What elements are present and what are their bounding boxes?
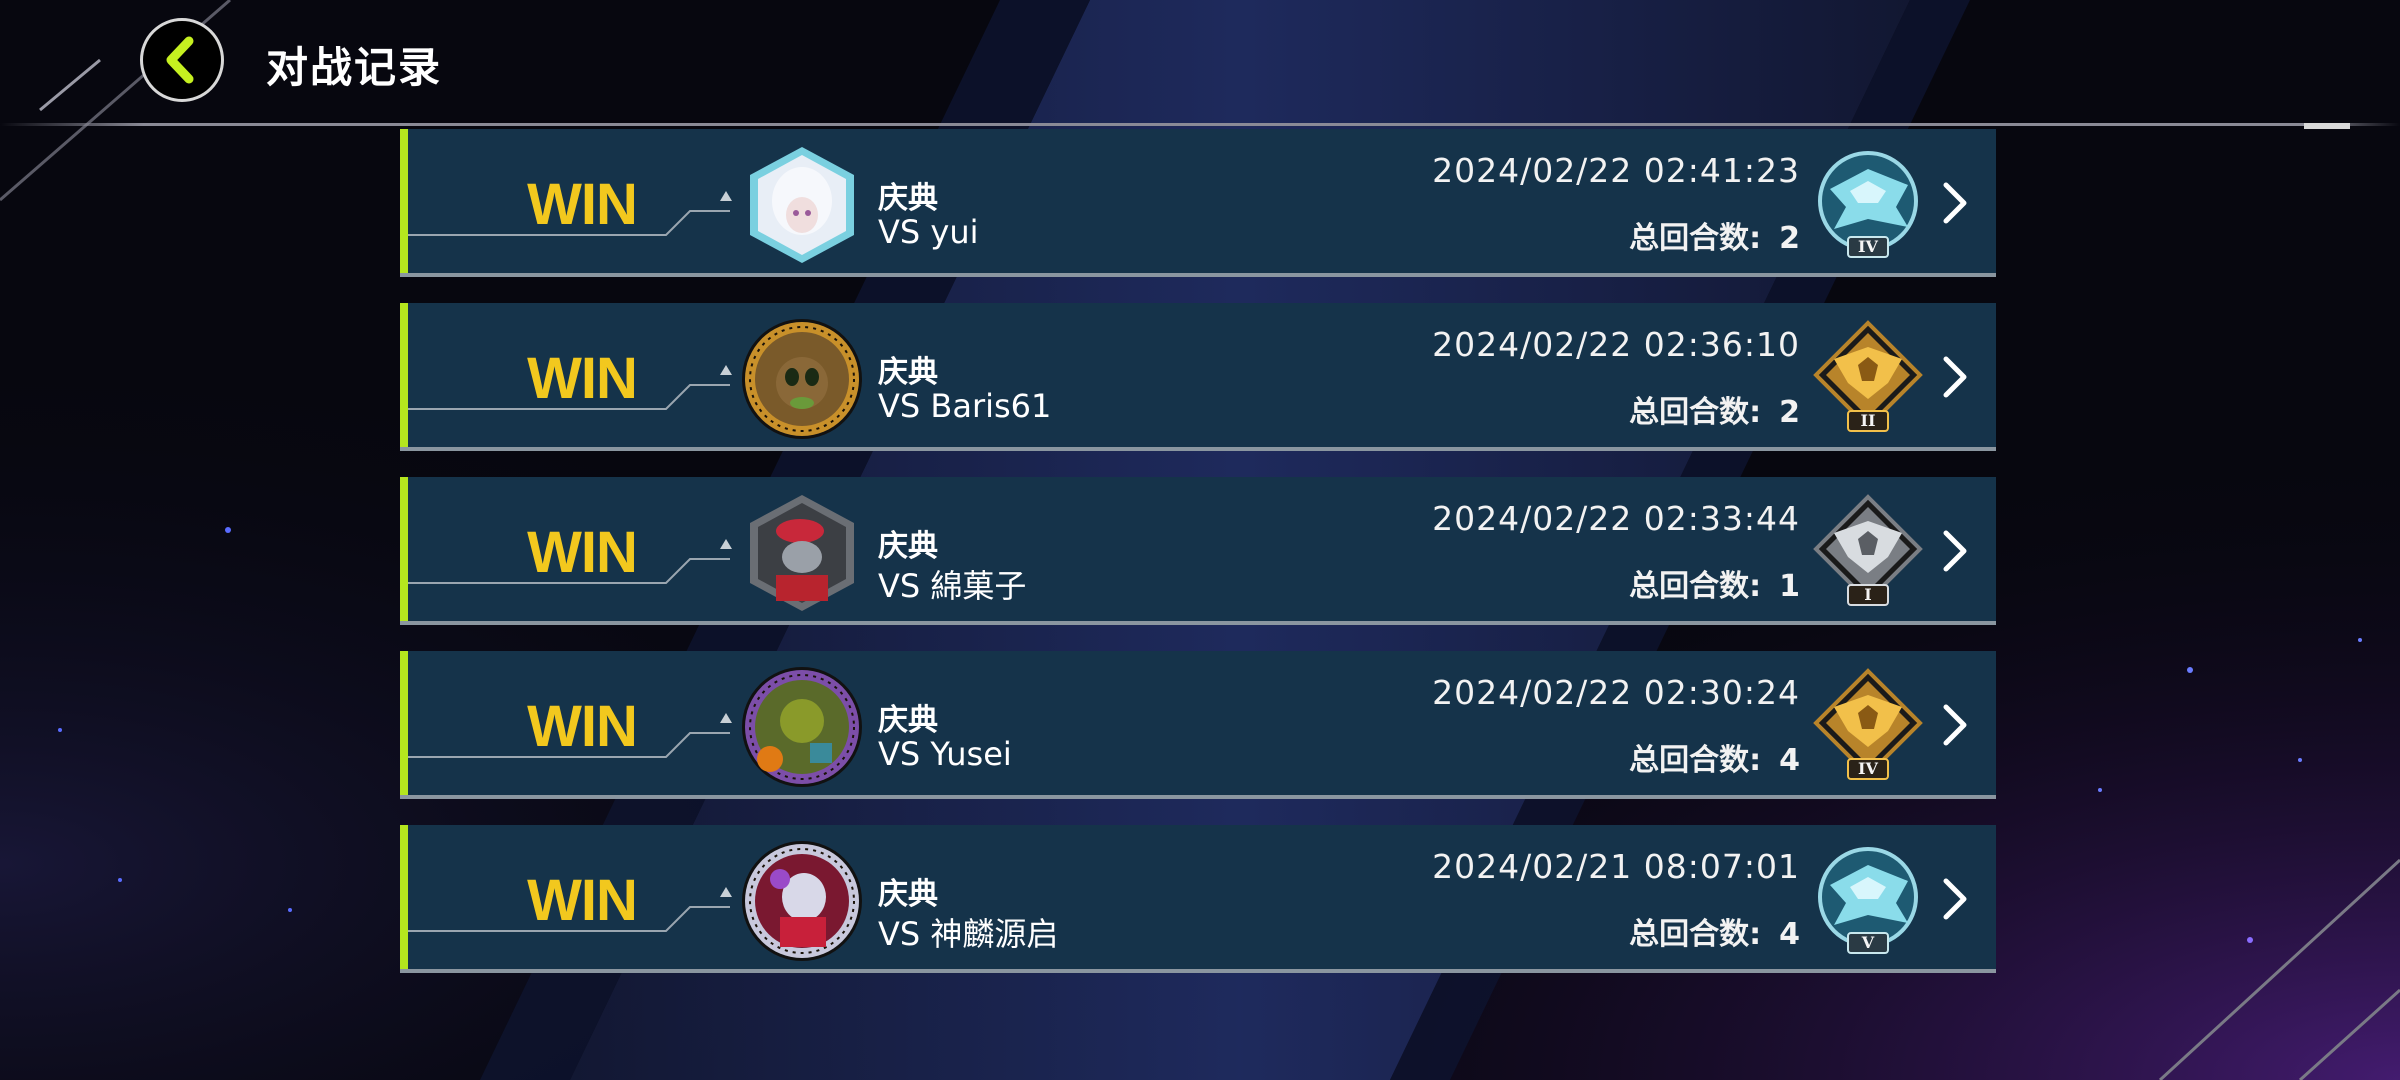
header-bar: 对战记录 [0, 0, 2400, 129]
rank-gold-iv-icon: IV [1812, 667, 1924, 783]
halloween-avatar-icon [740, 665, 864, 789]
turn-count-label: 总回合数: [1629, 221, 1762, 256]
result-label: WIN [527, 694, 638, 759]
match-datetime: 2024/02/22 02:33:44 [1432, 499, 1800, 538]
chevron-right-icon[interactable] [1938, 873, 1974, 925]
turn-count-value: 1 [1779, 569, 1800, 604]
opponent-name: VS 綿菓子 [878, 567, 1027, 605]
rank-numeral: V [1861, 933, 1875, 952]
white-hair-girl-avatar-icon [740, 143, 864, 267]
result-label: WIN [527, 172, 638, 237]
rank-dragon-iv-icon: IV [1812, 145, 1924, 261]
turn-count: 总回合数: 2 [1629, 387, 1800, 431]
opponent-name: VS 神麟源启 [878, 915, 1059, 953]
match-row[interactable]: WIN 庆典 VS 綿菓子 2024/02/22 02:33:44 总回合数: 1 I [400, 477, 1996, 625]
chevron-right-icon[interactable] [1938, 351, 1974, 403]
page-title: 对战记录 [266, 43, 443, 92]
result-label: WIN [527, 868, 638, 933]
turn-count-value: 2 [1779, 221, 1800, 256]
match-datetime: 2024/02/22 02:36:10 [1432, 325, 1800, 364]
row-accent-bar [400, 303, 408, 447]
rank-gold-ii-icon: II [1812, 319, 1924, 435]
match-mode: 庆典 [878, 877, 938, 912]
rank-dragon-v-icon: V [1812, 841, 1924, 957]
match-row[interactable]: WIN 庆典 VS Yusei 2024/02/22 02:30:24 总回合数: 4 IV [400, 651, 1996, 799]
match-datetime: 2024/02/22 02:30:24 [1432, 673, 1800, 712]
rank-silver-i-icon: I [1812, 493, 1924, 609]
turn-count-label: 总回合数: [1629, 569, 1762, 604]
red-cap-character-avatar-icon [740, 491, 864, 615]
opponent-name: VS Baris61 [878, 387, 1052, 425]
rank-numeral: II [1861, 411, 1876, 430]
match-datetime: 2024/02/21 08:07:01 [1432, 847, 1800, 886]
turn-count: 总回合数: 2 [1629, 213, 1800, 257]
chevron-right-icon[interactable] [1938, 699, 1974, 751]
turn-count-value: 4 [1779, 917, 1800, 952]
turn-count: 总回合数: 1 [1629, 561, 1800, 605]
turn-count-value: 4 [1779, 743, 1800, 778]
result-label: WIN [527, 346, 638, 411]
match-row[interactable]: WIN 庆典 VS yui 2024/02/22 02:41:23 总回合数: 2 IV [400, 129, 1996, 277]
chevron-right-icon[interactable] [1938, 525, 1974, 577]
red-armor-warrior-avatar-icon [740, 839, 864, 963]
rank-numeral: I [1864, 585, 1871, 604]
kuriboh-avatar-icon [740, 317, 864, 441]
chevron-left-icon [166, 36, 194, 84]
rank-numeral: IV [1858, 237, 1878, 256]
header-divider [0, 123, 2400, 126]
row-accent-bar [400, 825, 408, 969]
row-accent-bar [400, 129, 408, 273]
turn-count: 总回合数: 4 [1629, 909, 1800, 953]
match-history-list[interactable]: WIN庆典VS Ares2024/02/22 02:44:18总回合数:1VWI… [0, 129, 2400, 1080]
turn-count: 总回合数: 4 [1629, 735, 1800, 779]
turn-count-value: 2 [1779, 395, 1800, 430]
row-accent-bar [400, 651, 408, 795]
scroll-indicator [2304, 123, 2350, 129]
match-datetime: 2024/02/22 02:41:23 [1432, 151, 1800, 190]
turn-count-label: 总回合数: [1629, 917, 1762, 952]
back-button[interactable] [140, 18, 224, 102]
turn-count-label: 总回合数: [1629, 743, 1762, 778]
match-row[interactable]: WIN 庆典 VS Baris61 2024/02/22 02:36:10 总回合数: 2… [400, 303, 1996, 451]
match-mode: 庆典 [878, 703, 938, 738]
match-mode: 庆典 [878, 529, 938, 564]
rank-numeral: IV [1858, 759, 1878, 778]
row-accent-bar [400, 477, 408, 621]
result-label: WIN [527, 520, 638, 585]
match-mode: 庆典 [878, 355, 938, 390]
match-mode: 庆典 [878, 181, 938, 216]
opponent-name: VS Yusei [878, 735, 1012, 773]
match-row[interactable]: WIN 庆典 VS 神麟源启 2024/02/21 08:07:01 总回合数: 4 V [400, 825, 1996, 973]
turn-count-label: 总回合数: [1629, 395, 1762, 430]
opponent-name: VS yui [878, 213, 979, 251]
chevron-right-icon[interactable] [1938, 177, 1974, 229]
